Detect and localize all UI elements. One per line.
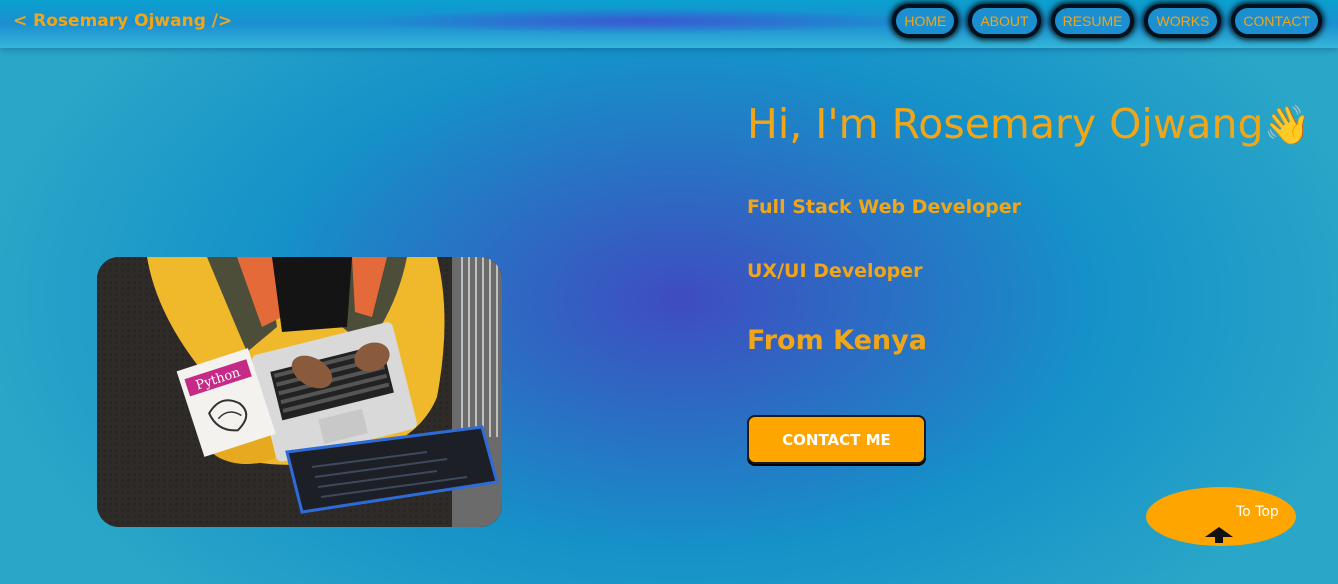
nav-works[interactable]: WORKS: [1144, 4, 1222, 38]
role-full-stack: Full Stack Web Developer: [747, 196, 1022, 218]
wave-hand-icon: 👋: [1263, 103, 1311, 147]
hero-photo: Python: [97, 257, 502, 527]
nav-contact[interactable]: CONTACT: [1231, 4, 1322, 38]
nav-about[interactable]: ABOUT: [968, 4, 1041, 38]
nav-home[interactable]: HOME: [892, 4, 959, 38]
arrow-up-icon: [1205, 527, 1233, 543]
site-header: < Rosemary Ojwang /> HOME ABOUT RESUME W…: [0, 0, 1338, 48]
to-top-label: To Top: [1236, 504, 1279, 520]
role-ux-ui: UX/UI Developer: [747, 260, 923, 282]
nav-resume[interactable]: RESUME: [1050, 4, 1135, 38]
contact-me-button[interactable]: CONTACT ME: [747, 415, 926, 464]
hero-greeting: Hi, I'm Rosemary Ojwang👋: [747, 100, 1311, 148]
to-top-button[interactable]: To Top: [1146, 487, 1296, 546]
greeting-text: Hi, I'm Rosemary Ojwang: [747, 100, 1264, 148]
main-nav: HOME ABOUT RESUME WORKS CONTACT: [892, 4, 1322, 38]
location-text: From Kenya: [747, 325, 927, 356]
brand-logo-text[interactable]: < Rosemary Ojwang />: [13, 11, 232, 31]
laptop-person-illustration: Python: [97, 257, 502, 527]
